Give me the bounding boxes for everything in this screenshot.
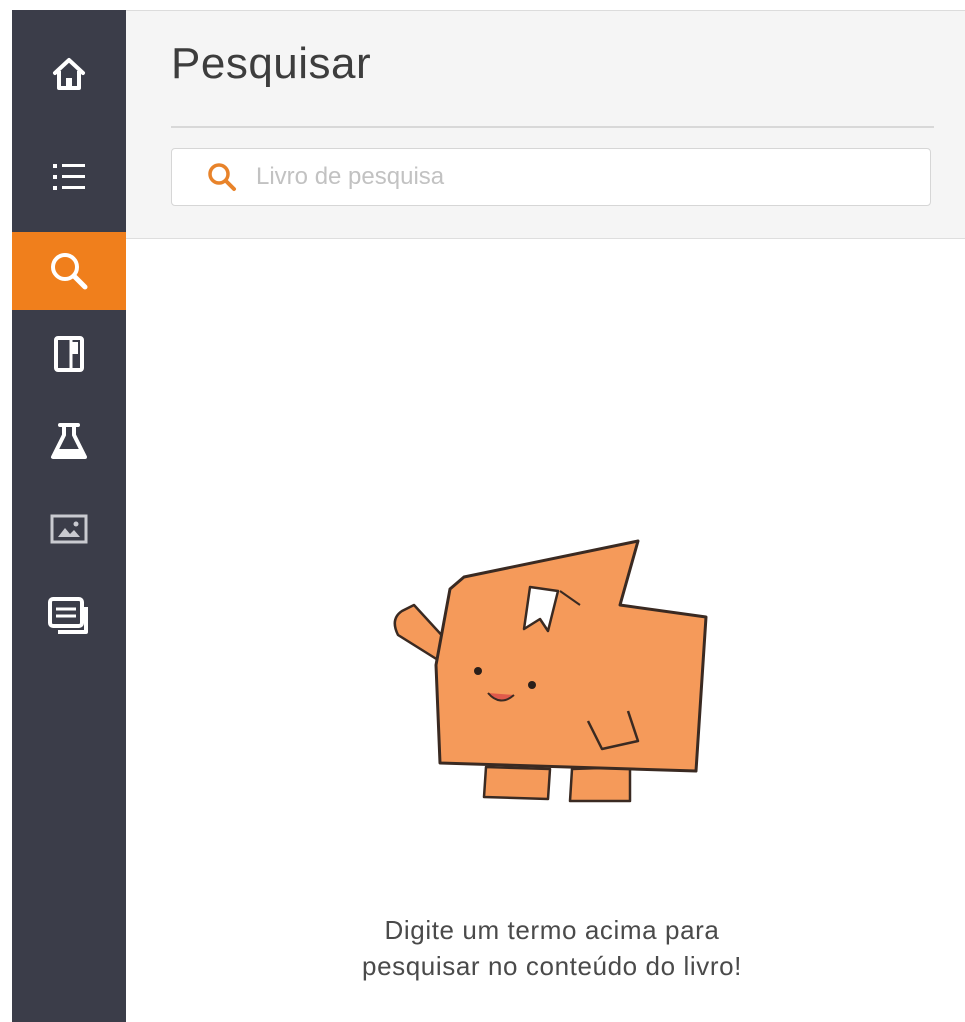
sidebar-item-lab[interactable]	[12, 402, 126, 480]
sidebar-item-home[interactable]	[12, 35, 126, 113]
book-icon	[54, 336, 84, 372]
header-divider	[171, 126, 934, 128]
sidebar-item-media[interactable]	[12, 490, 126, 568]
book-mascot-illustration	[380, 535, 720, 820]
sidebar-item-slides[interactable]	[12, 578, 126, 656]
empty-state-message: Digite um termo acima para pesquisar no …	[262, 912, 842, 984]
sidebar-item-search[interactable]	[12, 232, 126, 310]
list-icon	[53, 164, 85, 190]
page-title: Pesquisar	[171, 39, 372, 88]
slides-icon	[48, 597, 88, 634]
search-header: Pesquisar	[126, 11, 965, 239]
sidebar-item-contents[interactable]	[12, 138, 126, 216]
image-icon	[50, 514, 88, 544]
search-input[interactable]	[254, 162, 858, 192]
sidebar	[12, 10, 126, 1022]
search-icon	[51, 253, 88, 290]
search-icon	[206, 161, 238, 193]
empty-state-line-1: Digite um termo acima para	[384, 915, 720, 945]
empty-state-line-2: pesquisar no conteúdo do livro!	[362, 951, 742, 981]
window-edge	[0, 0, 12, 1022]
search-box[interactable]	[171, 148, 931, 206]
sidebar-item-book[interactable]	[12, 315, 126, 393]
flask-icon	[51, 423, 87, 459]
home-icon	[53, 58, 85, 90]
